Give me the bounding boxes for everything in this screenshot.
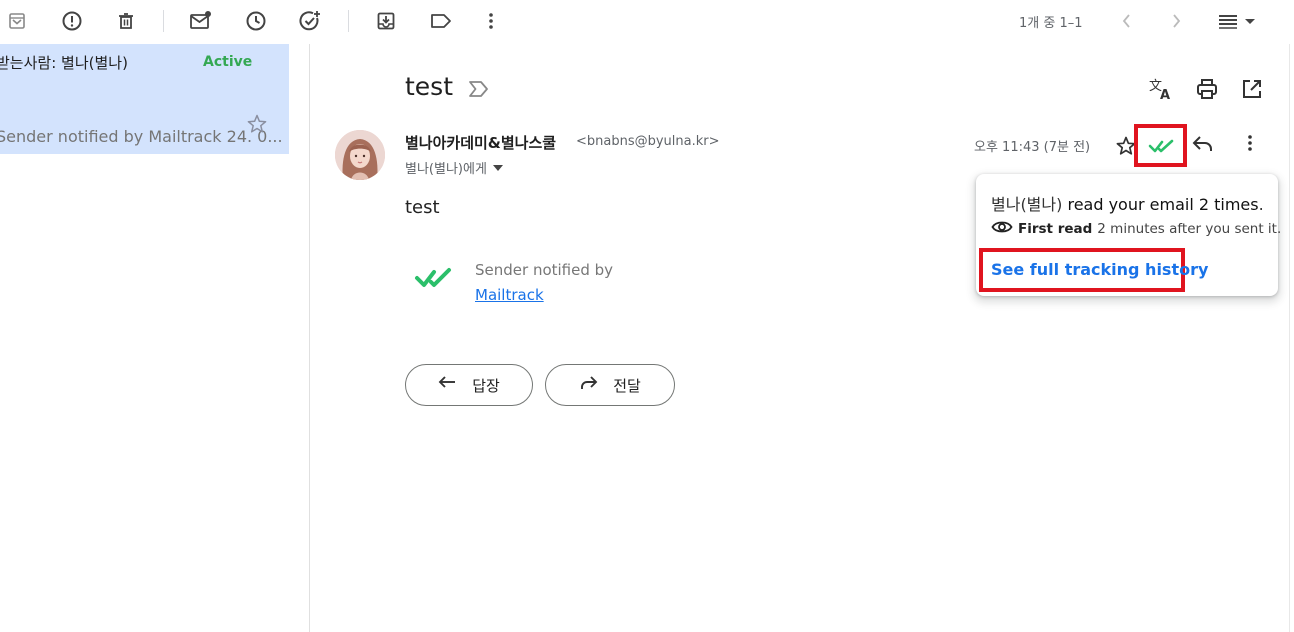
label-icon[interactable] <box>429 9 453 33</box>
mark-unread-icon[interactable] <box>189 9 213 33</box>
add-task-icon[interactable] <box>299 9 323 33</box>
highlight-box-history-link: See full tracking history <box>979 248 1208 292</box>
toolbar: 1개 중 1–1 <box>0 0 1294 44</box>
more-icon[interactable] <box>479 9 503 33</box>
eye-icon <box>991 220 1013 238</box>
toolbar-divider <box>163 10 164 32</box>
next-icon[interactable] <box>1164 9 1188 33</box>
sender-name: 별나아카데미&별나스쿨 <box>405 134 557 152</box>
density-icon[interactable] <box>1214 9 1260 33</box>
read-summary: 별나(별나) read your email 2 times. <box>991 191 1264 215</box>
move-to-icon[interactable] <box>374 9 398 33</box>
toolbar-divider <box>348 10 349 32</box>
first-read-info: First read 2 minutes after you sent it. <box>991 220 1281 238</box>
first-read-label: First read <box>1018 221 1093 237</box>
list-row-snippet: Sender notified by Mailtrack 24. 0... <box>0 127 283 146</box>
reply-button[interactable]: 답장 <box>405 364 533 406</box>
tracking-history-link[interactable]: See full tracking history <box>991 260 1208 279</box>
recipient-details[interactable]: 별나(별나)에게 <box>405 158 503 177</box>
recipient-label: 별나(별나)에게 <box>405 162 487 177</box>
mailtrack-link[interactable]: Mailtrack <box>475 286 544 304</box>
active-badge: Active <box>203 54 253 70</box>
svg-text:A: A <box>1160 88 1170 102</box>
page-count: 1개 중 1–1 <box>1019 16 1083 31</box>
read-summary-period: . <box>1258 195 1264 214</box>
first-read-detail: 2 minutes after you sent it. <box>1097 221 1282 237</box>
star-icon[interactable] <box>246 113 268 139</box>
delete-icon[interactable] <box>114 9 138 33</box>
read-count-text: read your email 2 times <box>1067 195 1259 214</box>
reply-label: 답장 <box>472 376 500 395</box>
important-marker-icon[interactable] <box>468 80 490 102</box>
sender-email: <bnabns@byulna.kr> <box>576 134 720 149</box>
mailtrack-notice-text: Sender notified by <box>475 261 614 279</box>
sender-avatar[interactable] <box>335 130 385 180</box>
mailtrack-check-icon <box>414 266 454 294</box>
archive-icon[interactable] <box>5 9 29 33</box>
more-options-icon[interactable] <box>1245 134 1255 156</box>
pane-divider <box>309 44 310 632</box>
mailtrack-popup: 별나(별나) read your email 2 times. First re… <box>976 174 1281 296</box>
print-icon[interactable] <box>1195 77 1219 105</box>
chevron-down-icon[interactable] <box>492 160 503 175</box>
report-spam-icon[interactable] <box>60 9 84 33</box>
snooze-icon[interactable] <box>244 9 268 33</box>
message-time: 오후 11:43 (7분 전) <box>974 140 1091 155</box>
email-subject: test <box>405 72 454 101</box>
translate-icon[interactable]: 文A <box>1148 76 1174 106</box>
reply-icon[interactable] <box>1191 134 1215 158</box>
forward-label: 전달 <box>613 376 641 395</box>
open-in-new-window-icon[interactable] <box>1240 77 1264 105</box>
highlight-box-read-check <box>1134 124 1187 167</box>
list-row-title: 받는사람: 별나(별나) <box>0 54 128 72</box>
prev-icon[interactable] <box>1115 9 1139 33</box>
right-scroll-edge <box>1289 44 1294 632</box>
forward-button[interactable]: 전달 <box>545 364 675 406</box>
reader-name: 별나(별나) <box>991 195 1063 214</box>
forward-icon <box>579 375 599 395</box>
email-body: test <box>405 197 440 218</box>
reply-icon <box>438 375 458 395</box>
